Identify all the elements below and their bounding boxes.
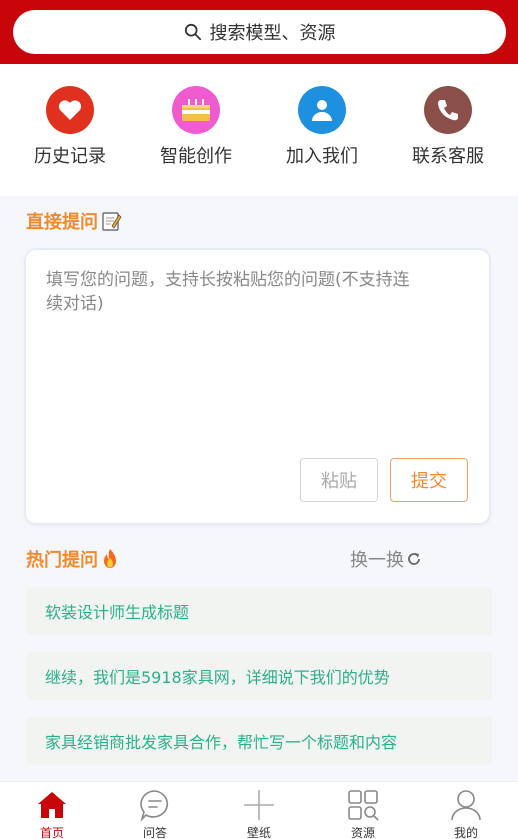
home-icon [38,792,66,818]
memo-icon [102,212,122,231]
hot-question-item[interactable]: 软装设计师生成标题 [26,587,492,635]
refresh-label: 换一换 [350,550,404,571]
user-icon [298,86,346,134]
top-bar: 搜索模型、资源 [0,0,518,64]
hot-title-text: 热门提问 [26,550,98,571]
question-input[interactable] [46,268,426,418]
bottom-tab-bar: 首页 问答 壁纸 资源 我的 [0,781,518,839]
quick-link-join[interactable]: 加入我们 [267,86,377,168]
ask-title-text: 直接提问 [26,212,98,233]
search-bar[interactable]: 搜索模型、资源 [13,10,506,54]
chat-icon [140,790,169,822]
tab-qa[interactable]: 问答 [125,788,185,839]
hot-question-item[interactable]: 继续，我们是5918家具网，详细说下我们的优势 [26,652,492,700]
refresh-icon [408,553,420,565]
grid-icon [348,790,379,821]
tab-label: 壁纸 [246,826,271,839]
quick-links: 历史记录 智能创作 加入我们 联系客服 [0,64,518,196]
tab-mine[interactable]: 我的 [436,788,496,839]
question-box: 粘贴 提交 [26,250,489,523]
profile-icon [451,790,481,821]
fire-icon [104,549,116,568]
tab-label: 我的 [453,826,478,839]
refresh-button[interactable]: 换一换 [350,546,422,572]
tab-label: 首页 [39,826,64,839]
quick-link-label: 历史记录 [34,146,106,167]
tab-label: 资源 [350,826,375,839]
tab-resources[interactable]: 资源 [333,788,393,839]
quick-link-label: 加入我们 [286,146,358,167]
quick-link-support[interactable]: 联系客服 [393,86,503,168]
quick-link-label: 智能创作 [160,146,232,167]
submit-button[interactable]: 提交 [390,458,468,502]
ask-section-title: 直接提问 [26,208,122,234]
phone-icon [424,86,472,134]
plus-icon [244,790,274,820]
tab-home[interactable]: 首页 [22,788,82,839]
heart-icon [46,86,94,134]
cake-icon [172,86,220,134]
hot-question-item[interactable]: 家具经销商批发家具合作，帮忙写一个标题和内容 [26,717,492,765]
tab-label: 问答 [142,826,167,839]
paste-button[interactable]: 粘贴 [300,458,378,502]
quick-link-history[interactable]: 历史记录 [15,86,125,168]
search-icon [184,23,201,41]
quick-link-label: 联系客服 [412,146,484,167]
tab-wallpaper[interactable]: 壁纸 [229,788,289,839]
search-placeholder: 搜索模型、资源 [209,23,336,44]
quick-link-creation[interactable]: 智能创作 [141,86,251,168]
hot-section-title: 热门提问 [26,546,120,572]
